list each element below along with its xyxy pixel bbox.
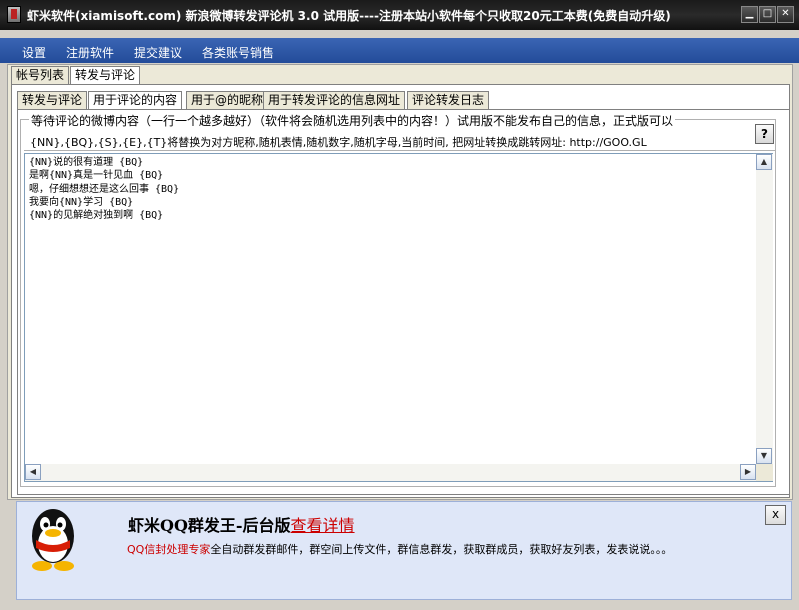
- comment-content-textarea[interactable]: {NN}说的很有道理 {BQ} 是啊{NN}真是一针见血 {BQ} 嗯，仔细想想…: [24, 153, 773, 482]
- menu-bar: 设置 注册软件 提交建议 各类账号销售: [0, 38, 799, 63]
- ad-title: 虾米QQ群发王-后台版查看详情: [128, 512, 355, 536]
- ad-description: QQ信封处理专家全自动群发群邮件，群空间上传文件，群信息群发，获取群成员，获取好…: [127, 541, 672, 557]
- horizontal-scrollbar[interactable]: ◀ ▶: [25, 464, 756, 481]
- scroll-up-arrow-icon[interactable]: ▲: [756, 154, 772, 170]
- close-button[interactable]: ✕: [777, 6, 794, 23]
- title-bar: 虾米软件(xiamisoft.com) 新浪微博转发评论机 3.0 试用版---…: [0, 0, 799, 30]
- placeholder-hint: {NN},{BQ},{S},{E},{T}将替换为对方昵称,随机表情,随机数字,…: [30, 136, 647, 149]
- help-button[interactable]: ?: [755, 124, 774, 144]
- text-line: 是啊{NN}真是一针见血 {BQ}: [29, 170, 164, 182]
- menu-item-settings[interactable]: 设置: [22, 44, 46, 61]
- text-line: 嗯，仔细想想还是这么回事 {BQ}: [29, 183, 180, 195]
- app-icon: [7, 6, 21, 23]
- maximize-button[interactable]: □: [759, 6, 776, 23]
- minimize-button[interactable]: ▁: [741, 6, 758, 23]
- status-bar: [0, 602, 799, 610]
- ad-details-link[interactable]: 查看详情: [291, 516, 355, 535]
- text-line: 我要向{NN}学习 {BQ}: [29, 196, 134, 208]
- textarea-lines: {NN}说的很有道理 {BQ} 是啊{NN}真是一针见血 {BQ} 嗯，仔细想想…: [29, 156, 179, 222]
- groupbox-legend: 等待评论的微博内容（一行一个越多越好）（软件将会随机选用列表中的内容！）试用版不…: [29, 112, 676, 129]
- ad-close-button[interactable]: x: [765, 505, 786, 525]
- subtab-log[interactable]: 评论转发日志: [407, 91, 490, 109]
- subtab-at-nicknames[interactable]: 用于@的昵称: [186, 91, 269, 109]
- window-title: 虾米软件(xiamisoft.com) 新浪微博转发评论机 3.0 试用版---…: [27, 9, 671, 23]
- scrollbar-corner: [756, 464, 773, 481]
- tab-account-list[interactable]: 帐号列表: [11, 66, 70, 84]
- qq-penguin-icon: [32, 509, 74, 571]
- text-line: {NN}说的很有道理 {BQ}: [29, 157, 144, 168]
- scroll-down-arrow-icon[interactable]: ▼: [756, 448, 772, 464]
- subtab-forward-comment[interactable]: 转发与评论: [17, 91, 88, 109]
- subtab-info-urls[interactable]: 用于转发评论的信息网址: [263, 91, 406, 109]
- subtab-comment-content[interactable]: 用于评论的内容: [88, 91, 183, 109]
- menu-item-accounts-sale[interactable]: 各类账号销售: [202, 44, 274, 61]
- tab-forward-comment[interactable]: 转发与评论: [70, 66, 141, 84]
- ad-desc-text: 全自动群发群邮件，群空间上传文件，群信息群发，获取群成员，获取好友列表，发表说说…: [210, 543, 673, 556]
- ad-title-text: 虾米QQ群发王-后台版: [128, 516, 291, 535]
- ad-desc-highlight[interactable]: QQ信封处理专家: [127, 543, 210, 556]
- scroll-left-arrow-icon[interactable]: ◀: [25, 464, 41, 480]
- menu-item-register[interactable]: 注册软件: [66, 44, 114, 61]
- divider: [24, 150, 776, 151]
- vertical-scrollbar[interactable]: ▲ ▼: [756, 154, 773, 464]
- scroll-right-arrow-icon[interactable]: ▶: [740, 464, 756, 480]
- menu-item-feedback[interactable]: 提交建议: [134, 44, 182, 61]
- text-line: {NN}的见解绝对独到啊 {BQ}: [29, 210, 164, 222]
